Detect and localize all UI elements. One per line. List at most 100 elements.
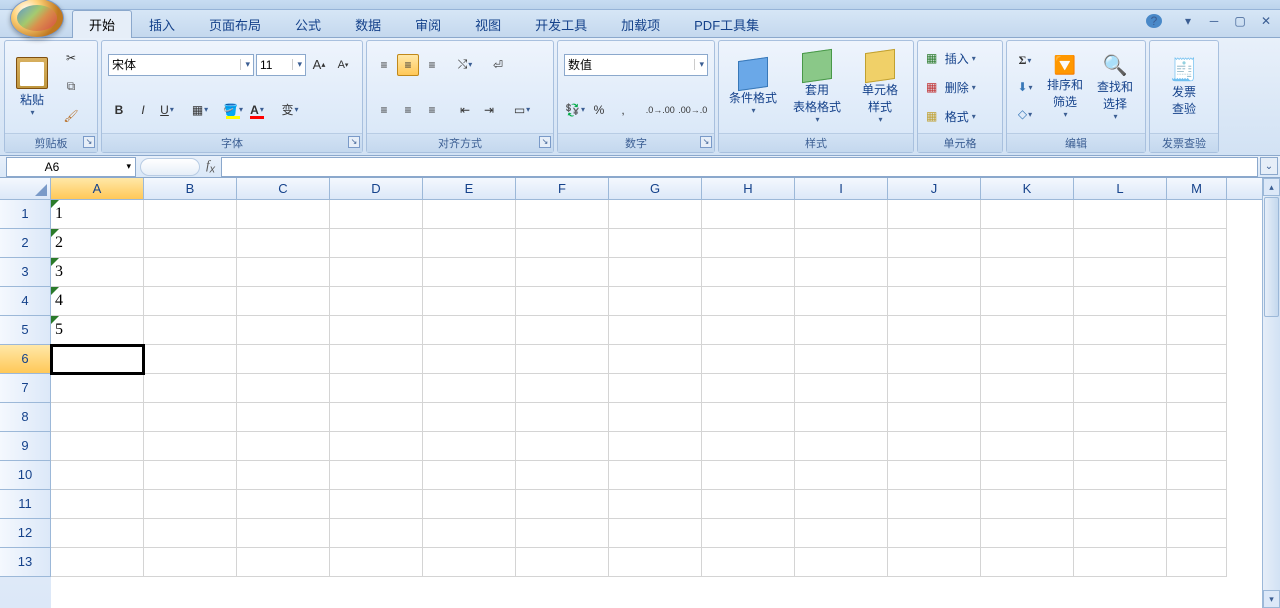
cell-L4[interactable] <box>1074 287 1167 316</box>
cell-L1[interactable] <box>1074 200 1167 229</box>
cell-J10[interactable] <box>888 461 981 490</box>
cell-B5[interactable] <box>144 316 237 345</box>
cell-M8[interactable] <box>1167 403 1227 432</box>
cell-G12[interactable] <box>609 519 702 548</box>
cell-M4[interactable] <box>1167 287 1227 316</box>
font-name-combo[interactable]: 宋体▾ <box>108 54 254 76</box>
cell-K4[interactable] <box>981 287 1074 316</box>
percent-button[interactable]: % <box>588 99 610 121</box>
row-header-9[interactable]: 9 <box>0 432 51 461</box>
font-color-button[interactable]: A▾ <box>246 99 268 121</box>
cell-K13[interactable] <box>981 548 1074 577</box>
row-header-3[interactable]: 3 <box>0 258 51 287</box>
column-header-E[interactable]: E <box>423 178 516 199</box>
cell-I7[interactable] <box>795 374 888 403</box>
cell-B8[interactable] <box>144 403 237 432</box>
cell-B7[interactable] <box>144 374 237 403</box>
tab-开始[interactable]: 开始 <box>72 10 132 38</box>
bold-button[interactable]: B <box>108 99 130 121</box>
cell-H10[interactable] <box>702 461 795 490</box>
align-right-button[interactable]: ≡ <box>421 99 443 121</box>
font-size-combo[interactable]: 11▾ <box>256 54 306 76</box>
column-header-A[interactable]: A <box>51 178 144 199</box>
cell-M13[interactable] <box>1167 548 1227 577</box>
cell-A2[interactable]: 2 <box>51 229 144 258</box>
autosum-button[interactable]: Σ▾ <box>1014 49 1036 71</box>
cell-F11[interactable] <box>516 490 609 519</box>
cell-G1[interactable] <box>609 200 702 229</box>
cell-L13[interactable] <box>1074 548 1167 577</box>
tab-视图[interactable]: 视图 <box>458 10 518 38</box>
phonetic-button[interactable]: 变▾ <box>279 99 301 121</box>
cell-L5[interactable] <box>1074 316 1167 345</box>
cell-C12[interactable] <box>237 519 330 548</box>
cell-A5[interactable]: 5 <box>51 316 144 345</box>
cell-E12[interactable] <box>423 519 516 548</box>
cell-J12[interactable] <box>888 519 981 548</box>
cell-H6[interactable] <box>702 345 795 374</box>
window-minimize-icon[interactable]: ─ <box>1206 14 1222 28</box>
cell-C8[interactable] <box>237 403 330 432</box>
cut-button[interactable]: ✂ <box>60 47 82 69</box>
cell-J7[interactable] <box>888 374 981 403</box>
cell-L6[interactable] <box>1074 345 1167 374</box>
decrease-indent-button[interactable]: ⇤ <box>454 99 476 121</box>
cell-G4[interactable] <box>609 287 702 316</box>
row-header-10[interactable]: 10 <box>0 461 51 490</box>
cell-D4[interactable] <box>330 287 423 316</box>
cell-C13[interactable] <box>237 548 330 577</box>
cell-J2[interactable] <box>888 229 981 258</box>
row-header-11[interactable]: 11 <box>0 490 51 519</box>
cell-H12[interactable] <box>702 519 795 548</box>
clear-button[interactable]: ◇▾ <box>1014 103 1036 125</box>
cell-J5[interactable] <box>888 316 981 345</box>
cell-C6[interactable] <box>237 345 330 374</box>
cell-L3[interactable] <box>1074 258 1167 287</box>
cell-M11[interactable] <box>1167 490 1227 519</box>
cell-I12[interactable] <box>795 519 888 548</box>
cell-F5[interactable] <box>516 316 609 345</box>
cell-A11[interactable] <box>51 490 144 519</box>
cell-K11[interactable] <box>981 490 1074 519</box>
vertical-scrollbar[interactable]: ▴ ▾ <box>1262 178 1280 608</box>
cell-F2[interactable] <box>516 229 609 258</box>
cell-A9[interactable] <box>51 432 144 461</box>
cell-K6[interactable] <box>981 345 1074 374</box>
cell-M3[interactable] <box>1167 258 1227 287</box>
cell-M5[interactable] <box>1167 316 1227 345</box>
cell-M6[interactable] <box>1167 345 1227 374</box>
cell-F6[interactable] <box>516 345 609 374</box>
cell-A6[interactable] <box>51 345 144 374</box>
cell-D5[interactable] <box>330 316 423 345</box>
cell-M9[interactable] <box>1167 432 1227 461</box>
cell-E8[interactable] <box>423 403 516 432</box>
cell-A8[interactable] <box>51 403 144 432</box>
copy-button[interactable]: ⧉ <box>60 76 82 98</box>
cell-I2[interactable] <box>795 229 888 258</box>
cell-B6[interactable] <box>144 345 237 374</box>
cell-K5[interactable] <box>981 316 1074 345</box>
cell-G13[interactable] <box>609 548 702 577</box>
tab-加载项[interactable]: 加载项 <box>604 10 677 38</box>
column-header-I[interactable]: I <box>795 178 888 199</box>
window-close-icon[interactable]: ✕ <box>1258 14 1274 28</box>
cell-E7[interactable] <box>423 374 516 403</box>
column-header-L[interactable]: L <box>1074 178 1167 199</box>
cell-A7[interactable] <box>51 374 144 403</box>
cell-L9[interactable] <box>1074 432 1167 461</box>
cell-G8[interactable] <box>609 403 702 432</box>
cell-E10[interactable] <box>423 461 516 490</box>
cell-I4[interactable] <box>795 287 888 316</box>
cell-F3[interactable] <box>516 258 609 287</box>
row-header-4[interactable]: 4 <box>0 287 51 316</box>
increase-indent-button[interactable]: ⇥ <box>478 99 500 121</box>
column-header-D[interactable]: D <box>330 178 423 199</box>
cell-H1[interactable] <box>702 200 795 229</box>
cell-G11[interactable] <box>609 490 702 519</box>
insert-cells-button[interactable]: ▦ 插入▾ <box>922 47 998 69</box>
cell-C5[interactable] <box>237 316 330 345</box>
cell-M1[interactable] <box>1167 200 1227 229</box>
number-format-combo[interactable]: 数值▾ <box>564 54 708 76</box>
cell-K9[interactable] <box>981 432 1074 461</box>
cell-D11[interactable] <box>330 490 423 519</box>
